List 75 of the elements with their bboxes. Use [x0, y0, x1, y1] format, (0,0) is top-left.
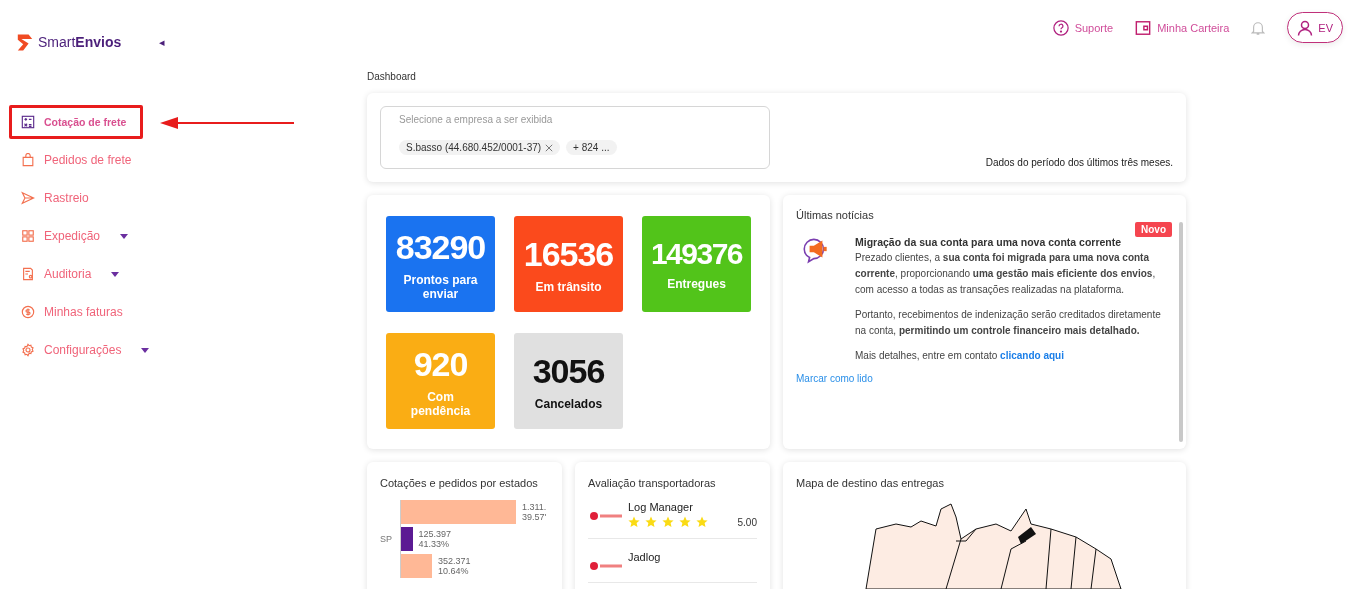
calculator-icon — [21, 115, 35, 129]
stat-value: 3056 — [532, 351, 605, 391]
stat-label: Em trânsito — [535, 279, 602, 294]
collapse-button[interactable]: ◂ — [159, 35, 166, 49]
bar-value: 352.371 — [438, 556, 471, 566]
sidebar-item[interactable]: Configurações — [9, 333, 138, 367]
mark-as-read-link[interactable]: Marcar como lido — [796, 373, 1168, 384]
wallet-icon — [1135, 19, 1152, 36]
star-icon — [679, 516, 691, 528]
chart-title: Cotações e pedidos por estados — [380, 477, 539, 489]
stat-label: Prontos para enviar — [402, 272, 479, 301]
notification-bell-icon[interactable] — [1251, 19, 1266, 36]
carriers-title: Avaliação transportadoras — [588, 477, 717, 489]
stat-value: 920 — [413, 344, 468, 384]
stat-value: 16536 — [523, 234, 614, 274]
help-icon — [1052, 19, 1069, 36]
shopping-bag-icon — [21, 153, 35, 167]
stat-label: Entregues — [667, 277, 726, 291]
sidebar-item[interactable]: Pedidos de frete — [9, 143, 148, 177]
support-link[interactable]: Suporte — [1052, 19, 1114, 36]
bar-value: 125.397 — [418, 529, 452, 539]
star-icon — [662, 516, 674, 528]
stat-value: 83290 — [395, 227, 486, 267]
breadcrumb: Dashboard — [367, 71, 417, 82]
sidebar-item[interactable]: Rastreio — [9, 181, 105, 215]
scrollbar[interactable] — [1179, 222, 1183, 442]
dollar-coin-icon — [21, 305, 35, 319]
grid-icon — [21, 229, 35, 243]
axis-label: SP — [380, 534, 393, 544]
sidebar-item[interactable]: Minhas faturas — [9, 295, 139, 329]
bar-value: 1.311. — [522, 502, 547, 512]
logo-icon — [16, 31, 34, 53]
bar-percent: 39.57' — [522, 512, 547, 522]
pointer-arrow-icon — [160, 117, 296, 129]
stat-tile[interactable]: 83290 Prontos para enviar — [386, 216, 495, 312]
news-contact-text: Mais detalhes, entre em contato clicando aqui — [855, 349, 1065, 363]
carrier-name: Log Manager — [628, 501, 693, 513]
company-chip[interactable]: S.basso (44.680.452/0001-37) — [399, 140, 561, 155]
stat-tile[interactable]: 16536 Em trânsito — [514, 216, 623, 312]
period-note: Dados do período dos últimos três meses. — [985, 157, 1173, 168]
user-avatar-button[interactable]: EV — [1287, 12, 1343, 43]
sidebar-item[interactable]: Expedição — [9, 219, 117, 253]
stat-label: Cancelados — [534, 396, 603, 411]
company-chip[interactable]: + 824 ... — [566, 140, 617, 155]
company-select-field[interactable]: Selecione a empresa a ser exibida S.basso (44.680.452/0001-37) + 824 ... — [380, 106, 770, 169]
close-icon[interactable] — [545, 143, 554, 152]
star-icon — [696, 516, 708, 528]
sidebar-item[interactable]: Auditoria — [9, 257, 108, 291]
bar-percent: 41.33% — [418, 539, 451, 549]
settings-icon — [21, 343, 35, 357]
select-placeholder: Selecione a empresa a ser exibida — [399, 114, 554, 125]
star-icon — [645, 516, 657, 528]
stat-label: Com pendência — [409, 389, 472, 418]
news-title: Últimas notícias — [796, 209, 875, 221]
news-paragraph: Prezado clientes, a sua conta foi migrada para uma nova conta corrente, proporcionando uma gestão mais eficiente dos envios, com acesso a todas as transações realizadas na plataforma. — [855, 251, 1157, 297]
map-title: Mapa de destino das entregas — [796, 477, 945, 489]
new-badge: Novo — [1135, 222, 1172, 237]
carrier-logo — [588, 510, 624, 522]
carrier-name: Jadlog — [628, 551, 661, 563]
paper-plane-icon — [21, 191, 35, 205]
document-icon — [21, 267, 35, 281]
stat-tile[interactable]: 149376 Entregues — [642, 216, 751, 312]
carrier-logo — [588, 560, 624, 572]
user-icon — [1297, 19, 1314, 36]
rating-value: 5.00 — [737, 516, 757, 528]
sidebar-item[interactable]: Cotação de frete — [9, 105, 143, 139]
contact-link[interactable]: clicando aqui — [1000, 350, 1064, 361]
star-icon — [628, 516, 640, 528]
brand-name: SmartEnvios — [38, 34, 122, 50]
news-paragraph: Portanto, recebimentos de indenização serão creditados diretamente na conta, permitindo um controle financeiro mais detalhado. — [855, 308, 1162, 338]
stat-value: 149376 — [650, 237, 743, 271]
news-headline: Migração da sua conta para uma nova conta corrente — [855, 235, 1123, 250]
wallet-link[interactable]: Minha Carteira — [1135, 19, 1230, 36]
stat-tile[interactable]: 3056 Cancelados — [514, 333, 623, 429]
bar-percent: 10.64% — [438, 566, 470, 576]
